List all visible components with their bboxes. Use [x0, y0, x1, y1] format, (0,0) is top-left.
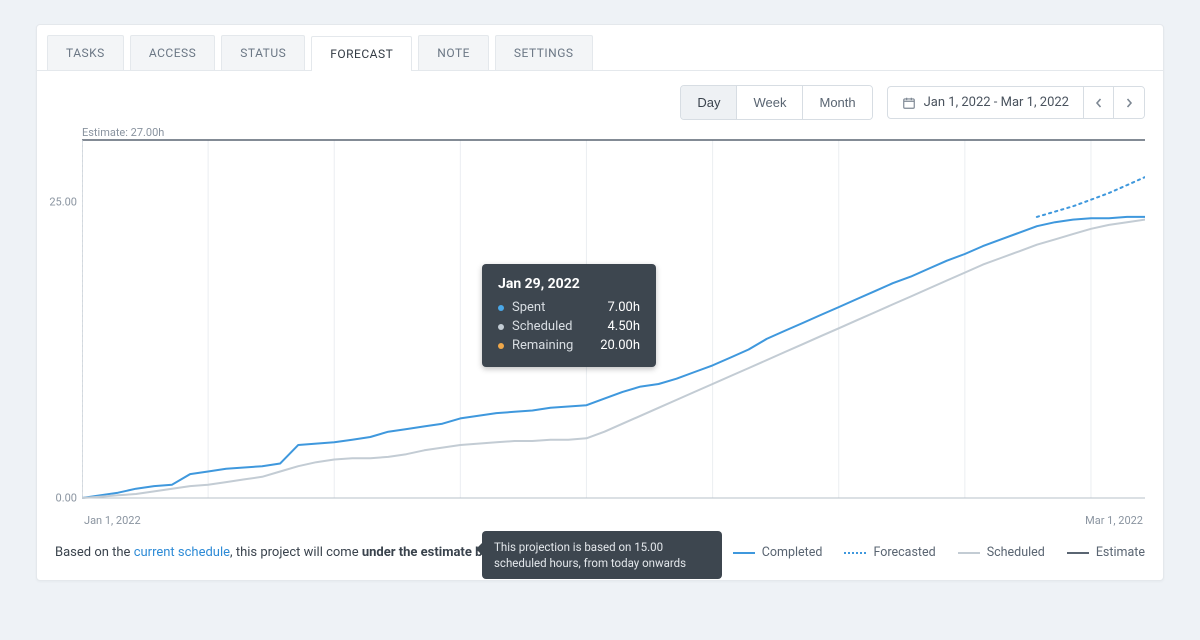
x-start-label: Jan 1, 2022 — [84, 514, 141, 527]
legend-forecasted: Forecasted — [844, 545, 935, 560]
tab-access[interactable]: ACCESS — [130, 35, 215, 70]
chart-legend: Completed Forecasted Scheduled Estimate — [733, 545, 1145, 560]
ytick-0: 0.00 — [37, 492, 77, 505]
legend-scheduled: Scheduled — [958, 545, 1045, 560]
projection-tooltip: This projection is based on 15.00 schedu… — [482, 531, 722, 579]
ytick-25: 25.00 — [37, 196, 77, 209]
tooltip-row-spent: Spent 7.00h — [498, 298, 640, 317]
dot-icon — [498, 343, 504, 349]
dot-icon — [498, 305, 504, 311]
chevron-right-icon — [1124, 98, 1134, 108]
tab-note[interactable]: NOTE — [418, 35, 489, 70]
tooltip-date: Jan 29, 2022 — [498, 276, 640, 292]
forecast-chart[interactable]: Estimate: 27.00h 25.00 0.00 Jan 29, 2022… — [82, 128, 1145, 508]
chart-tooltip: Jan 29, 2022 Spent 7.00h Scheduled 4.50h… — [482, 264, 656, 367]
chart-toolbar: DayWeekMonth Jan 1, 2022 - Mar 1, 2022 — [37, 71, 1163, 124]
chart-footer: Based on the current schedule, this proj… — [37, 527, 1163, 580]
granularity-month[interactable]: Month — [803, 86, 871, 119]
x-axis-labels: Jan 1, 2022 Mar 1, 2022 — [82, 508, 1145, 527]
tab-forecast[interactable]: FORECAST — [311, 36, 412, 71]
date-range-prev-button[interactable] — [1084, 87, 1114, 118]
granularity-day[interactable]: Day — [681, 86, 737, 119]
current-schedule-link[interactable]: current schedule — [134, 545, 230, 560]
date-range-next-button[interactable] — [1114, 87, 1144, 118]
x-end-label: Mar 1, 2022 — [1085, 514, 1143, 527]
legend-completed: Completed — [733, 545, 823, 560]
tooltip-row-scheduled: Scheduled 4.50h — [498, 317, 640, 336]
legend-estimate: Estimate — [1067, 545, 1145, 560]
tab-bar: TASKSACCESSSTATUSFORECASTNOTESETTINGS — [37, 25, 1163, 71]
date-range-text: Jan 1, 2022 - Mar 1, 2022 — [924, 95, 1069, 110]
dot-icon — [498, 324, 504, 330]
tab-settings[interactable]: SETTINGS — [495, 35, 593, 70]
chart-area: Estimate: 27.00h 25.00 0.00 Jan 29, 2022… — [37, 124, 1163, 527]
date-range-display[interactable]: Jan 1, 2022 - Mar 1, 2022 — [888, 87, 1084, 118]
calendar-icon — [902, 96, 916, 110]
tab-tasks[interactable]: TASKS — [47, 35, 124, 70]
tab-status[interactable]: STATUS — [221, 35, 305, 70]
chevron-left-icon — [1094, 98, 1104, 108]
granularity-segmented: DayWeekMonth — [680, 85, 872, 120]
granularity-week[interactable]: Week — [737, 86, 803, 119]
forecast-card: TASKSACCESSSTATUSFORECASTNOTESETTINGS Da… — [36, 24, 1164, 581]
tooltip-row-remaining: Remaining 20.00h — [498, 336, 640, 355]
date-range-picker[interactable]: Jan 1, 2022 - Mar 1, 2022 — [887, 86, 1145, 119]
